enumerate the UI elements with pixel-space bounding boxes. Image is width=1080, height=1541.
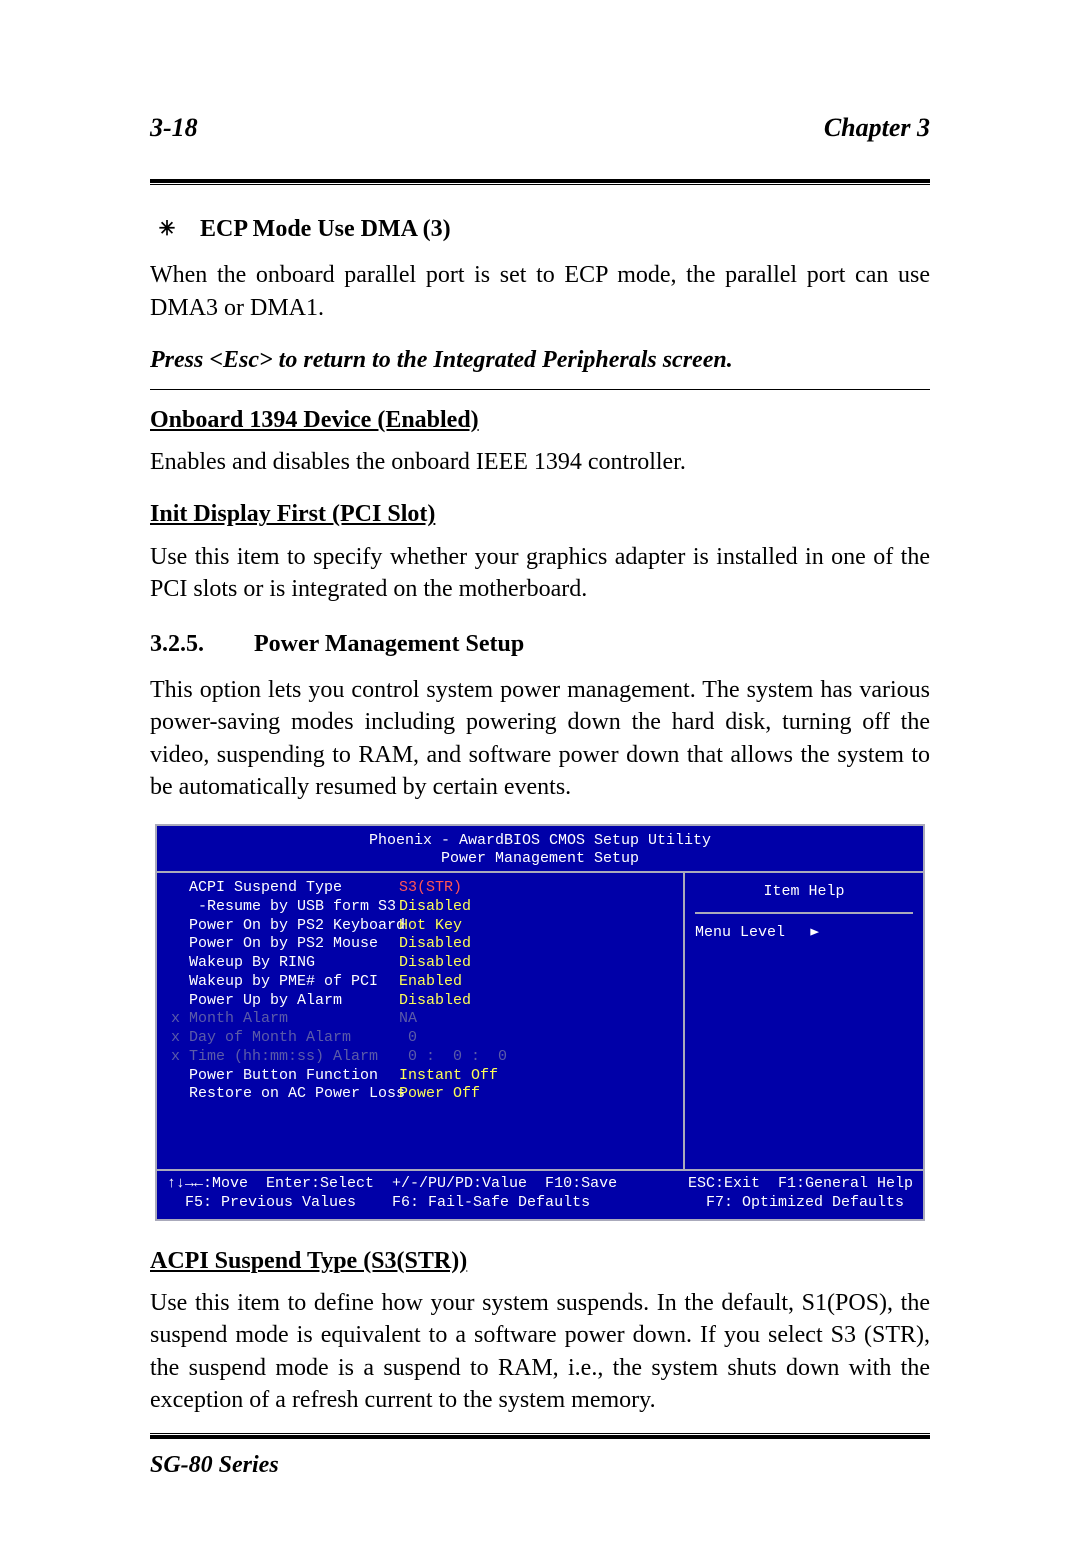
bios-setting-row[interactable]: ACPI Suspend TypeS3(STR) xyxy=(171,879,673,898)
subheading-ecp: ✳ ECP Mode Use DMA (3) xyxy=(154,213,930,245)
bios-setting-value[interactable]: Disabled xyxy=(399,935,471,954)
bios-setting-value[interactable]: Enabled xyxy=(399,973,462,992)
bios-setting-label: x Month Alarm xyxy=(171,1010,399,1029)
bios-setting-row: x Day of Month Alarm 0 xyxy=(171,1029,673,1048)
instruction-esc: Press <Esc> to return to the Integrated … xyxy=(150,344,930,376)
bios-setting-label: Wakeup By RING xyxy=(171,954,399,973)
bios-setting-value[interactable]: Instant Off xyxy=(399,1067,498,1086)
bios-title-line2: Power Management Setup xyxy=(441,850,639,867)
bios-menu-level-label: Menu Level xyxy=(695,924,785,941)
bullet-icon: ✳ xyxy=(154,219,180,239)
bios-setting-value: 0 xyxy=(399,1029,417,1048)
para-acpi: Use this item to define how your system … xyxy=(150,1287,930,1417)
bios-body: ACPI Suspend TypeS3(STR) -Resume by USB … xyxy=(157,871,923,1171)
section-number: 3.2.5. xyxy=(150,628,204,660)
subheading-init-display: Init Display First (PCI Slot) xyxy=(150,498,930,530)
footer-rule xyxy=(150,1433,930,1439)
section-heading-power-mgmt: 3.2.5. Power Management Setup xyxy=(150,628,930,660)
bios-setting-value[interactable]: Disabled xyxy=(399,954,471,973)
bios-setting-value[interactable]: Hot Key xyxy=(399,917,462,936)
bios-setting-label: ACPI Suspend Type xyxy=(171,879,399,898)
bios-setting-row[interactable]: Power On by PS2 MouseDisabled xyxy=(171,935,673,954)
page-number: 3-18 xyxy=(150,110,198,145)
bios-footer-fkeys-right: F7: Optimized Defaults xyxy=(706,1194,913,1213)
bios-help-pane: Item Help Menu Level ► xyxy=(685,873,923,1169)
bios-footer-nav-left: ↑↓→←:Move Enter:Select +/-/PU/PD:Value F… xyxy=(167,1175,617,1194)
bios-setting-value[interactable]: Disabled xyxy=(399,898,471,917)
bios-setting-label: Power On by PS2 Keyboard xyxy=(171,917,399,936)
para-1394: Enables and disables the onboard IEEE 13… xyxy=(150,446,930,478)
para-ecp: When the onboard parallel port is set to… xyxy=(150,259,930,324)
bios-setup-window: Phoenix - AwardBIOS CMOS Setup Utility P… xyxy=(155,824,925,1221)
section-title: Power Management Setup xyxy=(254,628,524,660)
bios-setting-row: x Month AlarmNA xyxy=(171,1010,673,1029)
subheading-ecp-text: ECP Mode Use DMA (3) xyxy=(200,213,451,245)
bios-item-help-label: Item Help xyxy=(695,879,913,914)
bios-settings-pane[interactable]: ACPI Suspend TypeS3(STR) -Resume by USB … xyxy=(157,873,685,1169)
bios-title-line1: Phoenix - AwardBIOS CMOS Setup Utility xyxy=(369,832,711,849)
subheading-1394: Onboard 1394 Device (Enabled) xyxy=(150,404,930,436)
bios-title: Phoenix - AwardBIOS CMOS Setup Utility P… xyxy=(157,826,923,872)
bios-setting-label: x Day of Month Alarm xyxy=(171,1029,399,1048)
bios-menu-level: Menu Level ► xyxy=(695,924,913,943)
bios-setting-row: x Time (hh:mm:ss) Alarm 0 : 0 : 0 xyxy=(171,1048,673,1067)
bios-setting-label: Power Up by Alarm xyxy=(171,992,399,1011)
page-header: 3-18 Chapter 3 xyxy=(150,110,930,151)
bios-setting-label: x Time (hh:mm:ss) Alarm xyxy=(171,1048,399,1067)
bios-setting-value: NA xyxy=(399,1010,417,1029)
chapter-label: Chapter 3 xyxy=(824,110,930,145)
bios-setting-value[interactable]: S3(STR) xyxy=(399,879,462,898)
bios-setting-value[interactable]: Power Off xyxy=(399,1085,480,1104)
bios-setting-row[interactable]: Restore on AC Power LossPower Off xyxy=(171,1085,673,1104)
bios-setting-label: Restore on AC Power Loss xyxy=(171,1085,399,1104)
para-init-display: Use this item to specify whether your gr… xyxy=(150,541,930,606)
bios-footer-nav-right: ESC:Exit F1:General Help xyxy=(688,1175,913,1194)
bios-setting-row[interactable]: Power Button FunctionInstant Off xyxy=(171,1067,673,1086)
bios-setting-row[interactable]: -Resume by USB form S3Disabled xyxy=(171,898,673,917)
bios-footer-fkeys-left: F5: Previous Values F6: Fail-Safe Defaul… xyxy=(167,1194,590,1213)
divider xyxy=(150,389,930,390)
para-power-mgmt: This option lets you control system powe… xyxy=(150,674,930,804)
bios-setting-row[interactable]: Wakeup By RINGDisabled xyxy=(171,954,673,973)
bios-setting-label: Power Button Function xyxy=(171,1067,399,1086)
triangle-right-icon: ► xyxy=(810,926,819,941)
subheading-acpi: ACPI Suspend Type (S3(STR)) xyxy=(150,1245,930,1277)
bios-setting-value: 0 : 0 : 0 xyxy=(399,1048,507,1067)
bios-setting-value[interactable]: Disabled xyxy=(399,992,471,1011)
bios-footer: ↑↓→←:Move Enter:Select +/-/PU/PD:Value F… xyxy=(157,1171,923,1219)
bios-setting-label: Power On by PS2 Mouse xyxy=(171,935,399,954)
bios-setting-row[interactable]: Wakeup by PME# of PCIEnabled xyxy=(171,973,673,992)
document-page: 3-18 Chapter 3 ✳ ECP Mode Use DMA (3) Wh… xyxy=(0,0,1080,1541)
bios-setting-row[interactable]: Power On by PS2 KeyboardHot Key xyxy=(171,917,673,936)
bios-setting-label: Wakeup by PME# of PCI xyxy=(171,973,399,992)
header-rule xyxy=(150,179,930,185)
footer-series: SG-80 Series xyxy=(150,1449,930,1481)
bios-setting-label: -Resume by USB form S3 xyxy=(171,898,399,917)
bios-setting-row[interactable]: Power Up by AlarmDisabled xyxy=(171,992,673,1011)
